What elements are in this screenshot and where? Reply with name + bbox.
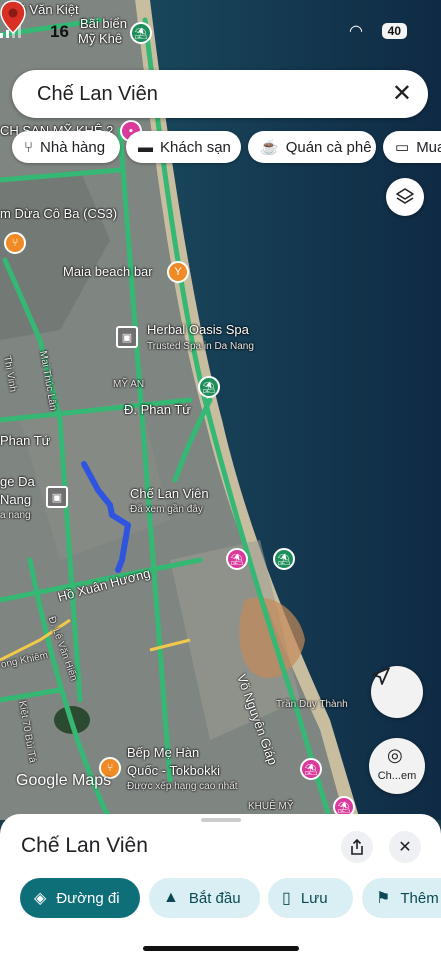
map-label-phan-tu-2: Phan Tứ	[0, 433, 51, 448]
chip-label: Quán cà phê	[285, 138, 372, 156]
close-sheet-button[interactable]: ✕	[389, 831, 421, 863]
chip-label: Khách sạn	[160, 138, 231, 156]
home-indicator	[143, 946, 299, 951]
beach-poi-icon[interactable]: ⛱	[300, 758, 322, 780]
start-label: Bắt đầu	[188, 889, 241, 907]
sheet-drag-handle[interactable]	[201, 818, 241, 822]
layers-icon	[396, 188, 414, 204]
place-poi-icon[interactable]: ▣	[46, 486, 68, 508]
share-icon	[351, 839, 363, 855]
map-label-tran-duy-thanh: Trần Duy Thành	[276, 699, 348, 710]
chip-label: Mua	[416, 138, 441, 156]
map-label-mam-dua: m Dừa Cô Ba (CS3)	[0, 206, 118, 221]
map-label-quoc-tokbokki: Quốc - Tokbokki	[127, 763, 220, 778]
chip-hotels[interactable]: ▬ Khách sạn	[126, 131, 241, 163]
beach-poi-icon[interactable]: ⛱	[273, 548, 295, 570]
directions-label: Đường đi	[56, 889, 120, 907]
lens-button[interactable]: ◎ Ch...em	[369, 738, 425, 794]
bar-poi-icon[interactable]: Y	[167, 261, 189, 283]
google-maps-logo: Google Maps	[16, 772, 112, 789]
share-button[interactable]	[341, 831, 373, 863]
category-chips: ⑂ Nhà hàng ▬ Khách sạn ☕ Quán cà phê ▭ M…	[12, 131, 441, 165]
status-bar: 16 ◠ 40	[0, 18, 441, 48]
chip-shopping[interactable]: ▭ Mua	[383, 131, 441, 163]
map-label-da-nang: a nang	[0, 510, 31, 521]
wifi-icon: ◠	[349, 23, 363, 40]
map-label-nang: Nang	[0, 492, 32, 507]
start-button[interactable]: ▲ Bắt đầu	[149, 878, 260, 918]
beach-poi-icon[interactable]: ⛱	[226, 548, 248, 570]
beach-poi-icon[interactable]: ⛱	[130, 22, 152, 44]
hotel-icon: ▬	[138, 138, 153, 156]
close-icon[interactable]: ✕	[392, 80, 412, 108]
map-label-che-lan-vien-sub: Đã xem gần đây	[130, 504, 203, 515]
map-label-phan-tu: Đ. Phan Tứ	[124, 402, 191, 417]
close-icon: ✕	[398, 839, 412, 856]
beach-poi-icon[interactable]: ⛱	[198, 376, 220, 398]
bookmark-icon: ▯	[282, 890, 291, 907]
map-label-che-lan-vien: Chế Lan Viên	[130, 486, 209, 501]
status-time: 16	[50, 22, 69, 41]
cafe-icon: ☕	[260, 139, 279, 156]
my-location-button[interactable]	[371, 666, 423, 718]
flag-icon: ⚑	[376, 890, 391, 907]
map-label-herbal-sub: Trusted Spa in Da Nang	[147, 341, 254, 352]
navigation-icon: ▲	[163, 889, 179, 906]
map-view[interactable]: 16 ◠ 40 Võ Văn Kiệt Bãi biển Mỹ Khê ⛱ CH…	[0, 0, 441, 820]
search-bar[interactable]: Chế Lan Viên ✕	[12, 70, 428, 118]
restaurant-poi-icon[interactable]: ⑂	[4, 232, 26, 254]
save-label: Lưu	[300, 889, 328, 907]
lens-label: Ch...em	[377, 770, 417, 782]
map-label-my-khe: Mỹ Khê	[78, 31, 123, 46]
place-bottom-sheet[interactable]: Chế Lan Viên ✕ ◈ Đường đi ▲ Bắt đầu ▯ Lư…	[0, 814, 441, 960]
directions-button[interactable]: ◈ Đường đi	[20, 878, 140, 918]
chip-label: Nhà hàng	[40, 138, 106, 156]
map-label-bep-me-han: Bếp Mẹ Hàn	[127, 745, 200, 760]
restaurant-icon: ⑂	[24, 138, 34, 156]
action-buttons: ◈ Đường đi ▲ Bắt đầu ▯ Lưu ⚑ Thêm	[20, 878, 441, 918]
place-title: Chế Lan Viên	[21, 834, 148, 857]
save-button[interactable]: ▯ Lưu	[268, 878, 353, 918]
location-pin-icon[interactable]	[0, 0, 26, 34]
chip-restaurants[interactable]: ⑂ Nhà hàng	[12, 131, 120, 163]
spa-poi-icon[interactable]: ▣	[116, 326, 138, 348]
shopping-icon: ▭	[395, 139, 410, 156]
search-input[interactable]: Chế Lan Viên	[37, 83, 158, 106]
map-label-ge-da: ge Da	[0, 474, 35, 489]
camera-icon: ◎	[387, 745, 403, 765]
more-button[interactable]: ⚑ Thêm	[362, 878, 441, 918]
battery-indicator: 40	[381, 23, 407, 39]
map-label-herbal: Herbal Oasis Spa	[147, 322, 249, 337]
map-label-bai-bien: Bãi biển	[80, 16, 127, 31]
map-label-maia: Maia beach bar	[63, 264, 153, 279]
directions-icon: ◈	[34, 890, 47, 907]
map-label-duoc-xep-hang: Được xếp hạng cao nhất	[127, 781, 238, 792]
map-label-my-an: MỸ AN	[113, 379, 145, 390]
more-label: Thêm	[400, 889, 439, 907]
chip-cafes[interactable]: ☕ Quán cà phê	[248, 131, 376, 163]
layers-button[interactable]	[386, 178, 424, 216]
map-label-khue-my: KHUÊ MỸ	[248, 801, 294, 812]
navigation-arrow-icon	[372, 667, 390, 685]
